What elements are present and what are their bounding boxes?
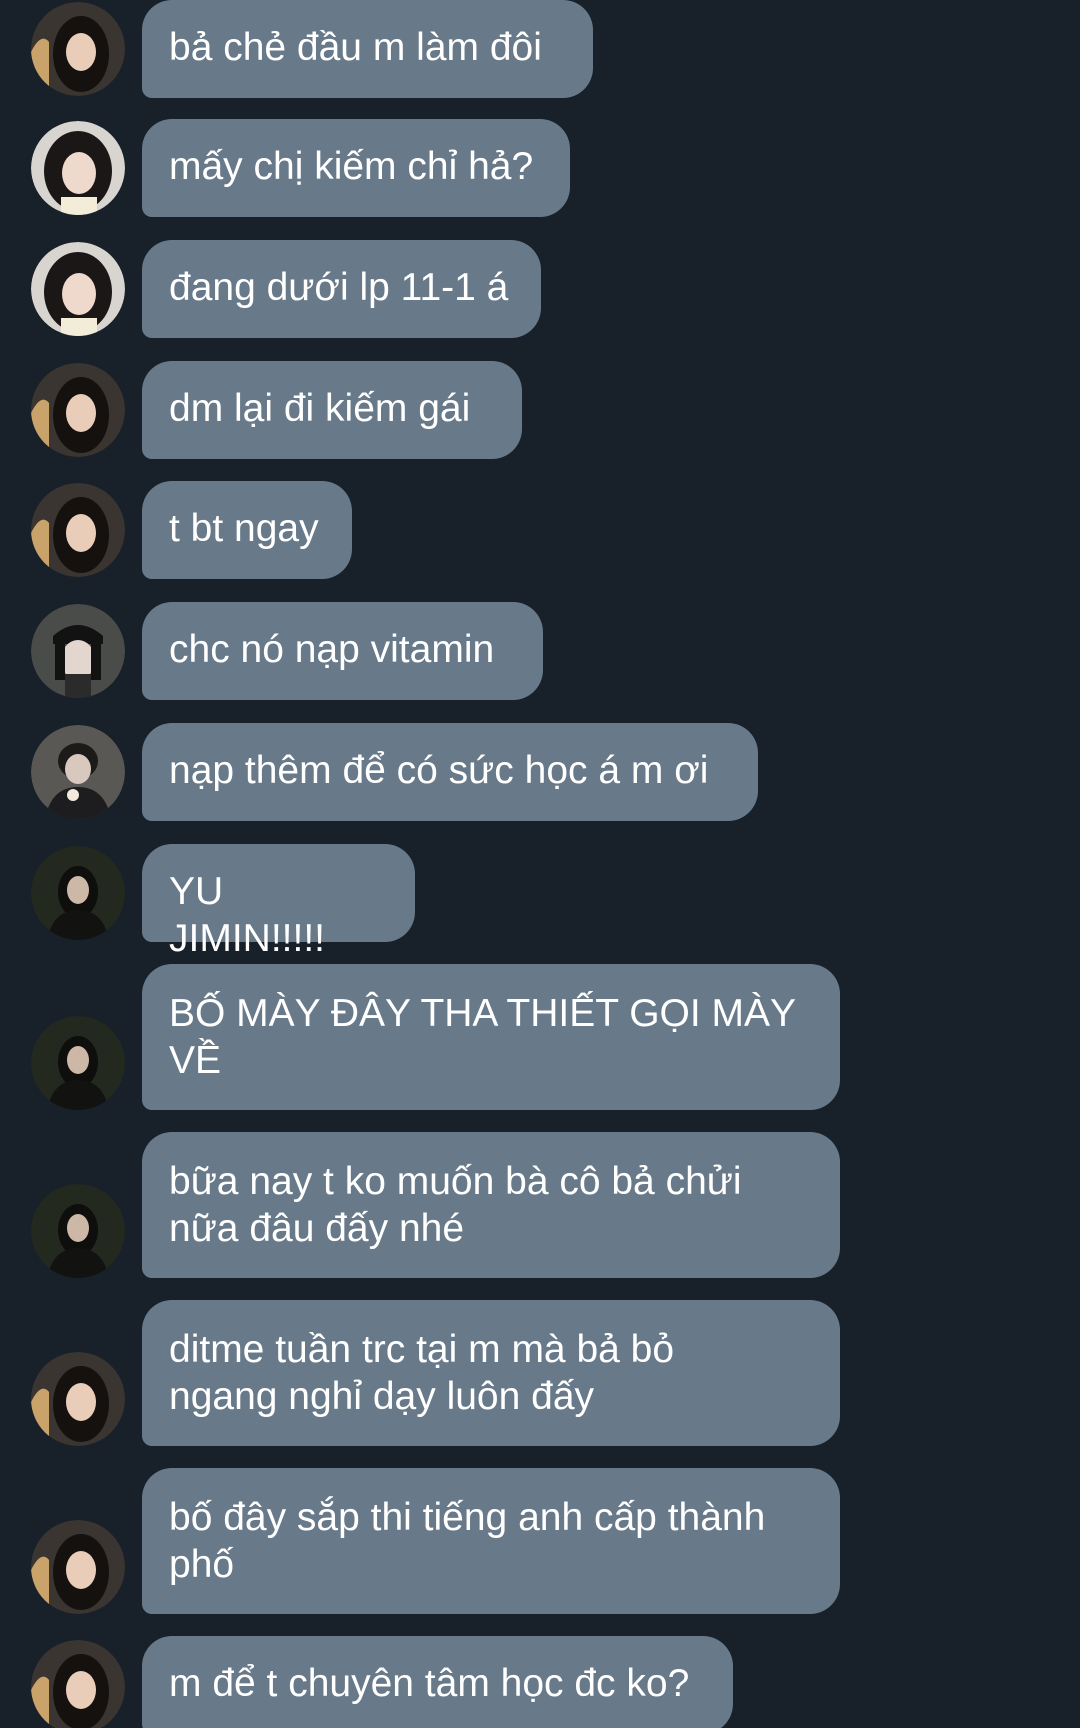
message-bubble[interactable]: t bt ngay — [142, 481, 352, 579]
avatar-girl-long-hair-icon[interactable] — [31, 483, 125, 577]
message-bubble[interactable]: đang dưới lp 11-1 á — [142, 240, 541, 338]
avatar-girl-dark-jacket-icon[interactable] — [31, 846, 125, 940]
chat-message-list[interactable]: bả chẻ đầu m làm đôi mấy chị kiếm chỉ hả… — [0, 0, 1080, 1728]
message-bubble[interactable]: BỐ MÀY ĐÂY THA THIẾT GỌI MÀY VỀ — [142, 964, 840, 1110]
avatar-girl-long-hair-icon[interactable] — [31, 2, 125, 96]
avatar-girl-cap-icon[interactable] — [31, 604, 125, 698]
message-bubble[interactable]: mấy chị kiếm chỉ hả? — [142, 119, 570, 217]
avatar-boy-icecream-icon[interactable] — [31, 725, 125, 819]
message-bubble[interactable]: chc nó nạp vitamin — [142, 602, 543, 700]
message-bubble[interactable]: dm lại đi kiếm gái — [142, 361, 522, 459]
message-bubble[interactable]: bữa nay t ko muốn bà cô bả chửi nữa đâu … — [142, 1132, 840, 1278]
message-bubble[interactable]: bố đây sắp thi tiếng anh cấp thành phố — [142, 1468, 840, 1614]
avatar-girl-dark-jacket-icon[interactable] — [31, 1184, 125, 1278]
avatar-girl-dark-jacket-icon[interactable] — [31, 1016, 125, 1110]
avatar-girl-long-hair-icon[interactable] — [31, 1352, 125, 1446]
avatar-girl-long-hair-icon[interactable] — [31, 1640, 125, 1728]
avatar-girl-long-hair-icon[interactable] — [31, 363, 125, 457]
avatar-girl-selfie-icon[interactable] — [31, 242, 125, 336]
avatar-girl-long-hair-icon[interactable] — [31, 1520, 125, 1614]
message-bubble[interactable]: ditme tuần trc tại m mà bả bỏ ngang nghỉ… — [142, 1300, 840, 1446]
message-bubble[interactable]: bả chẻ đầu m làm đôi — [142, 0, 593, 98]
avatar-girl-selfie-icon[interactable] — [31, 121, 125, 215]
message-bubble[interactable]: YU JIMIN!!!!! — [142, 844, 415, 960]
message-bubble[interactable]: nạp thêm để có sức học á m ơi — [142, 723, 758, 821]
message-bubble[interactable]: m để t chuyên tâm học đc ko? — [142, 1636, 733, 1728]
